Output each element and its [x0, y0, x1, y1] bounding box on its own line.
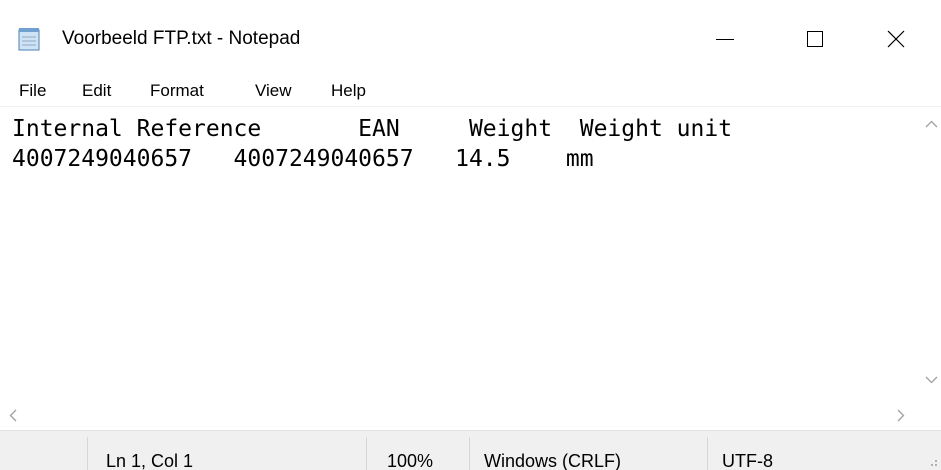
menu-format[interactable]: Format [150, 81, 204, 101]
text-line[interactable]: Internal Reference EAN Weight Weight uni… [12, 116, 732, 142]
text-editor[interactable]: Internal Reference EAN Weight Weight uni… [0, 108, 922, 406]
title-bar[interactable]: Voorbeeld FTP.txt - Notepad [0, 0, 941, 78]
status-divider [469, 437, 470, 470]
vertical-scrollbar[interactable] [922, 108, 941, 406]
scrollbar-corner [922, 406, 941, 425]
status-bar: Ln 1, Col 1 100% Windows (CRLF) UTF-8 [0, 430, 941, 470]
notepad-window: Voorbeeld FTP.txt - Notepad File Edit Fo… [0, 0, 941, 470]
menu-bar: File Edit Format View Help [0, 78, 941, 106]
menu-help[interactable]: Help [331, 81, 366, 101]
close-button[interactable] [851, 0, 941, 78]
line-ending: Windows (CRLF) [484, 451, 622, 470]
resize-grip-icon[interactable] [926, 453, 938, 467]
minimize-button[interactable] [680, 0, 770, 78]
status-divider [366, 437, 367, 470]
chevron-up-icon[interactable] [925, 120, 938, 128]
horizontal-scrollbar[interactable] [0, 406, 922, 425]
menu-view[interactable]: View [255, 81, 292, 101]
cursor-position: Ln 1, Col 1 [106, 451, 194, 470]
text-line[interactable]: 4007249040657 4007249040657 14.5 mm [12, 146, 594, 172]
window-title: Voorbeeld FTP.txt - Notepad [62, 28, 301, 49]
encoding: UTF-8 [722, 451, 773, 470]
maximize-icon [807, 31, 823, 47]
chevron-right-icon[interactable] [897, 409, 905, 422]
minimize-icon [716, 38, 734, 40]
chevron-down-icon[interactable] [925, 376, 938, 384]
chevron-left-icon[interactable] [9, 409, 17, 422]
close-icon [887, 30, 905, 48]
notepad-icon[interactable] [18, 27, 40, 51]
status-divider [707, 437, 708, 470]
zoom-level: 100% [387, 451, 434, 470]
maximize-button[interactable] [770, 0, 860, 78]
status-divider [87, 437, 88, 470]
menu-file[interactable]: File [19, 81, 46, 101]
menu-divider [0, 106, 941, 107]
menu-edit[interactable]: Edit [82, 81, 111, 101]
